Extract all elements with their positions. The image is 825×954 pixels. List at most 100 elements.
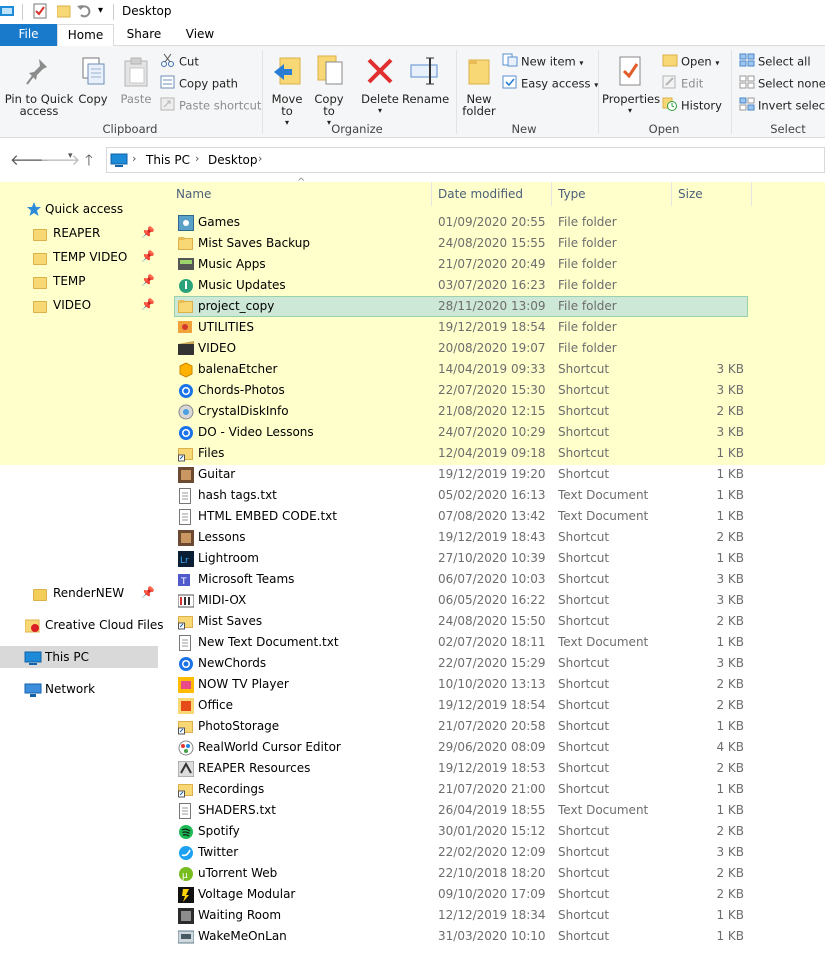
file-row[interactable]: Mist Saves Backup 24/08/2020 15:55 File fo… bbox=[160, 233, 825, 254]
nav-this-pc[interactable]: This PC bbox=[0, 646, 158, 668]
nav-render-new[interactable]: RenderNEW 📌 bbox=[0, 582, 158, 604]
nav-network[interactable]: Network bbox=[0, 678, 158, 700]
file-size: 2 KB bbox=[716, 824, 744, 838]
navigation-bar: 🡐 🡒 ▾ 🡑 › This PC › Desktop › bbox=[0, 138, 825, 182]
file-row[interactable]: DO - Video Lessons 24/07/2020 10:29 Shortc… bbox=[160, 422, 825, 443]
nav-pinned-temp[interactable]: TEMP 📌 bbox=[0, 270, 158, 292]
file-row[interactable]: PhotoStorage 21/07/2020 20:58 Shortcut 1 KB bbox=[160, 716, 825, 737]
delete-button[interactable]: Delete ▾ bbox=[360, 54, 400, 117]
file-row[interactable]: hash tags.txt 05/02/2020 16:13 Text Docume… bbox=[160, 485, 825, 506]
file-row[interactable]: SHADERS.txt 26/04/2019 18:55 Text Document… bbox=[160, 800, 825, 821]
file-row[interactable]: REAPER Resources 19/12/2019 18:53 Shortcut… bbox=[160, 758, 825, 779]
file-row[interactable]: Games 01/09/2020 20:55 File folder bbox=[160, 212, 825, 233]
file-row[interactable]: Voltage Modular 09/10/2020 17:09 Shortcut 2… bbox=[160, 884, 825, 905]
file-row[interactable]: Music Updates 03/07/2020 16:23 File folder bbox=[160, 275, 825, 296]
file-row[interactable]: WakeMeOnLan 31/03/2020 10:10 Shortcut 1 KB bbox=[160, 926, 825, 947]
file-row[interactable]: Spotify 30/01/2020 15:12 Shortcut 2 KB bbox=[160, 821, 825, 842]
file-type: Shortcut bbox=[558, 887, 610, 901]
undo-icon[interactable] bbox=[77, 4, 91, 21]
column-header-size[interactable]: Size bbox=[678, 187, 703, 201]
file-row[interactable]: UTILITIES 19/12/2019 18:54 File folder bbox=[160, 317, 825, 338]
cut-button[interactable]: Cut bbox=[160, 53, 199, 71]
properties-icon[interactable] bbox=[33, 3, 47, 22]
move-to-button[interactable]: Move to ▾ bbox=[270, 54, 304, 129]
nav-pinned-reaper[interactable]: REAPER 📌 bbox=[0, 222, 158, 244]
paste-button[interactable]: Paste bbox=[117, 56, 155, 105]
file-size: 3 KB bbox=[716, 425, 744, 439]
file-row[interactable]: Mist Saves 24/08/2020 15:50 Shortcut 2 KB bbox=[160, 611, 825, 632]
new-folder-button[interactable]: New folder bbox=[460, 54, 498, 117]
invert-selection-button[interactable]: Invert selection bbox=[739, 97, 825, 115]
column-header-type[interactable]: Type bbox=[558, 187, 586, 201]
select-all-button[interactable]: Select all bbox=[739, 53, 811, 71]
file-row[interactable]: Guitar 19/12/2019 19:20 Shortcut 1 KB bbox=[160, 464, 825, 485]
tab-view[interactable]: View bbox=[176, 24, 224, 46]
history-button[interactable]: History bbox=[662, 97, 722, 115]
file-row[interactable]: MIDI-OX 06/05/2020 16:22 Shortcut 3 KB bbox=[160, 590, 825, 611]
breadcrumb-this-pc[interactable]: This PC bbox=[146, 153, 190, 167]
file-row[interactable]: Office 19/12/2019 18:54 Shortcut 2 KB bbox=[160, 695, 825, 716]
file-row[interactable]: VIDEO 20/08/2020 19:07 File folder bbox=[160, 338, 825, 359]
file-name: Music Updates bbox=[198, 278, 286, 292]
file-size: 1 KB bbox=[716, 509, 744, 523]
file-name: NOW TV Player bbox=[198, 677, 289, 691]
edit-button[interactable]: Edit bbox=[662, 75, 703, 93]
file-row[interactable]: NOW TV Player 10/10/2020 13:13 Shortcut 2 K… bbox=[160, 674, 825, 695]
file-row[interactable]: project_copy 28/11/2020 13:09 File folder bbox=[160, 296, 825, 317]
nav-pinned-temp-video[interactable]: TEMP VIDEO 📌 bbox=[0, 246, 158, 268]
explorer-window-icon[interactable] bbox=[0, 5, 16, 21]
file-row[interactable]: CrystalDiskInfo 21/08/2020 12:15 Shortcut 2… bbox=[160, 401, 825, 422]
file-name: Spotify bbox=[198, 824, 240, 838]
forward-arrow-icon[interactable]: 🡒 bbox=[40, 150, 80, 169]
address-separator-icon[interactable]: › bbox=[195, 152, 199, 165]
customize-toolbar-icon[interactable]: ▾ bbox=[98, 5, 103, 16]
file-row[interactable]: New Text Document.txt 02/07/2020 18:11 Tex… bbox=[160, 632, 825, 653]
paste-shortcut-button[interactable]: Paste shortcut bbox=[160, 97, 261, 115]
file-row[interactable]: Files 12/04/2019 09:18 Shortcut 1 KB bbox=[160, 443, 825, 464]
tab-home[interactable]: Home bbox=[57, 24, 114, 47]
copy-to-button[interactable]: Copy to ▾ bbox=[312, 54, 346, 129]
properties-button[interactable]: Properties ▾ bbox=[602, 54, 660, 117]
file-row[interactable]: T Microsoft Teams 06/07/2020 10:03 Shortcut… bbox=[160, 569, 825, 590]
tab-share[interactable]: Share bbox=[118, 24, 170, 46]
new-folder-quick-icon[interactable] bbox=[56, 4, 71, 21]
file-row[interactable]: Lessons 19/12/2019 18:43 Shortcut 2 KB bbox=[160, 527, 825, 548]
open-button[interactable]: Open ▾ bbox=[662, 53, 719, 71]
address-separator-icon[interactable]: › bbox=[132, 152, 136, 165]
file-type: Text Document bbox=[558, 488, 649, 502]
file-size: 2 KB bbox=[716, 404, 744, 418]
file-row[interactable]: NewChords 22/07/2020 15:29 Shortcut 3 KB bbox=[160, 653, 825, 674]
tab-file[interactable]: File bbox=[0, 24, 57, 46]
file-row[interactable]: Recordings 21/07/2020 21:00 Shortcut 1 KB bbox=[160, 779, 825, 800]
ribbon-home: Pin to Quick access Copy Paste Cut Copy … bbox=[0, 46, 825, 138]
file-row[interactable]: HTML EMBED CODE.txt 07/08/2020 13:42 Text … bbox=[160, 506, 825, 527]
file-name: Games bbox=[198, 215, 240, 229]
rename-button[interactable]: Rename bbox=[402, 54, 449, 105]
select-none-button[interactable]: Select none bbox=[739, 75, 825, 93]
file-row[interactable]: balenaEtcher 14/04/2019 09:33 Shortcut 3 KB bbox=[160, 359, 825, 380]
recent-locations-chevron-icon[interactable]: ▾ bbox=[68, 151, 73, 161]
copy-path-button[interactable]: Copy path bbox=[160, 75, 238, 93]
copy-button[interactable]: Copy bbox=[76, 56, 110, 105]
file-row[interactable]: Waiting Room 12/12/2019 18:34 Shortcut 1 KB bbox=[160, 905, 825, 926]
easy-access-button[interactable]: Easy access ▾ bbox=[502, 75, 598, 93]
new-item-button[interactable]: New item ▾ bbox=[502, 53, 583, 71]
breadcrumb-desktop[interactable]: Desktop bbox=[208, 153, 258, 167]
up-arrow-icon[interactable]: 🡑 bbox=[85, 150, 93, 175]
address-bar[interactable]: › This PC › Desktop › bbox=[106, 147, 825, 173]
address-separator-icon[interactable]: › bbox=[258, 152, 262, 165]
pin-to-quick-access-button[interactable]: Pin to Quick access bbox=[4, 56, 74, 117]
file-row[interactable]: Music Apps 21/07/2020 20:49 File folder bbox=[160, 254, 825, 275]
file-row[interactable]: Chords-Photos 22/07/2020 15:30 Shortcut 3 K… bbox=[160, 380, 825, 401]
file-row[interactable]: Twitter 22/02/2020 12:09 Shortcut 3 KB bbox=[160, 842, 825, 863]
column-header-name[interactable]: Name bbox=[176, 187, 211, 201]
file-row[interactable]: µ uTorrent Web 22/10/2018 18:20 Shortcut 2 K… bbox=[160, 863, 825, 884]
nav-quick-access[interactable]: Quick access bbox=[0, 198, 158, 220]
file-size: 3 KB bbox=[716, 383, 744, 397]
file-row[interactable]: Lr Lightroom 27/10/2020 10:39 Shortcut 1 KB bbox=[160, 548, 825, 569]
file-row[interactable]: RealWorld Cursor Editor 29/06/2020 08:09 S… bbox=[160, 737, 825, 758]
nav-pinned-video[interactable]: VIDEO 📌 bbox=[0, 294, 158, 316]
nav-creative-cloud-files[interactable]: Creative Cloud Files bbox=[0, 614, 164, 636]
column-header-date-modified[interactable]: Date modified bbox=[438, 187, 523, 201]
file-date-modified: 24/08/2020 15:55 bbox=[438, 236, 546, 250]
